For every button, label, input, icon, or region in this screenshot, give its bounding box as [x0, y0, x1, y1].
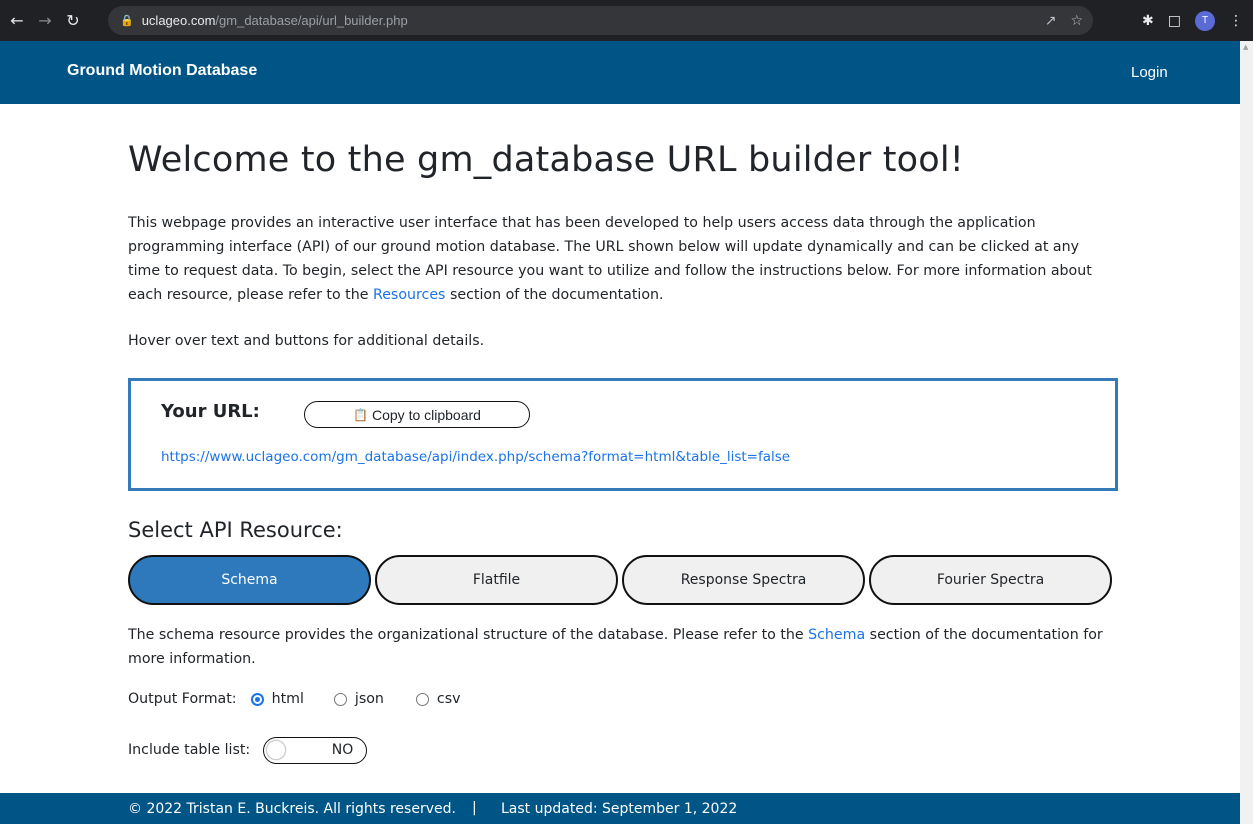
scroll-up-arrow-icon[interactable]: ▲	[1243, 43, 1248, 51]
brand-link[interactable]: Ground Motion Database	[67, 62, 257, 80]
toggle-value: NO	[331, 741, 354, 758]
generated-url-link[interactable]: https://www.uclageo.com/gm_database/api/…	[161, 449, 790, 465]
footer-copyright: © 2022 Tristan E. Buckreis. All rights r…	[128, 801, 456, 817]
browser-toolbar: ← → ↻ 🔒 uclageo.com /gm_database/api/url…	[0, 0, 1253, 41]
toggle-knob	[266, 739, 287, 760]
url-box: Your URL: 📋 Copy to clipboard https://ww…	[128, 378, 1118, 491]
table-list-row: Include table list: NO	[128, 736, 368, 764]
lock-icon: 🔒	[120, 14, 134, 27]
footer-separator: |	[472, 800, 477, 816]
url-path: /gm_database/api/url_builder.php	[215, 13, 408, 28]
format-option-html[interactable]: html	[250, 691, 304, 707]
login-link[interactable]: Login	[1131, 64, 1168, 81]
format-option-json[interactable]: json	[333, 691, 384, 707]
response-spectra-button[interactable]: Response Spectra	[622, 555, 865, 605]
page-scrollbar[interactable]: ▲	[1240, 41, 1253, 824]
url-host: uclageo.com	[141, 13, 216, 28]
select-resource-heading: Select API Resource:	[128, 518, 343, 542]
resource-buttons: Schema Flatfile Response Spectra Fourier…	[128, 555, 1113, 606]
schema-button[interactable]: Schema	[128, 555, 371, 605]
format-json-label: json	[354, 691, 384, 707]
output-format-label: Output Format:	[128, 691, 237, 707]
resource-description: The schema resource provides the organiz…	[128, 623, 1103, 671]
forward-arrow-icon[interactable]: →	[34, 10, 56, 32]
table-list-label: Include table list:	[128, 742, 251, 758]
format-option-csv[interactable]: csv	[415, 691, 461, 707]
copy-button-label: Copy to clipboard	[372, 406, 481, 423]
table-list-toggle[interactable]: NO	[263, 736, 368, 764]
format-html-label: html	[271, 691, 304, 707]
site-header: Ground Motion Database Login	[0, 41, 1240, 104]
page-title: Welcome to the gm_database URL builder t…	[128, 140, 965, 180]
side-panel-icon[interactable]: □	[1168, 13, 1181, 29]
intro-paragraph: This webpage provides an interactive use…	[128, 211, 1103, 307]
footer-last-updated: Last updated: September 1, 2022	[501, 801, 738, 817]
profile-avatar[interactable]: T	[1195, 10, 1215, 31]
copy-to-clipboard-button[interactable]: 📋 Copy to clipboard	[304, 401, 530, 428]
hover-note: Hover over text and buttons for addition…	[128, 333, 485, 349]
address-bar[interactable]: 🔒 uclageo.com /gm_database/api/url_build…	[108, 6, 1093, 35]
back-arrow-icon[interactable]: ←	[6, 10, 28, 32]
intro-tail: section of the documentation.	[445, 287, 664, 303]
browser-menu-icon[interactable]: ⋮	[1229, 13, 1243, 29]
your-url-label: Your URL:	[161, 401, 260, 422]
resources-link[interactable]: Resources	[373, 287, 445, 303]
radio-html[interactable]	[250, 692, 264, 706]
flatfile-button[interactable]: Flatfile	[375, 555, 618, 605]
bookmark-star-icon[interactable]: ☆	[1070, 13, 1083, 29]
format-csv-label: csv	[436, 691, 461, 707]
fourier-spectra-button[interactable]: Fourier Spectra	[869, 555, 1112, 605]
share-icon[interactable]: ↗	[1045, 13, 1057, 29]
radio-json[interactable]	[333, 692, 347, 706]
description-start: The schema resource provides the organiz…	[128, 627, 809, 643]
radio-csv[interactable]	[415, 692, 429, 706]
extensions-puzzle-icon[interactable]: ✱	[1142, 13, 1154, 29]
output-format-row: Output Format: html json csv	[128, 688, 461, 710]
schema-doc-link[interactable]: Schema	[808, 627, 865, 643]
reload-icon[interactable]: ↻	[62, 10, 84, 32]
site-footer: © 2022 Tristan E. Buckreis. All rights r…	[0, 793, 1240, 824]
clipboard-icon: 📋	[353, 407, 368, 422]
